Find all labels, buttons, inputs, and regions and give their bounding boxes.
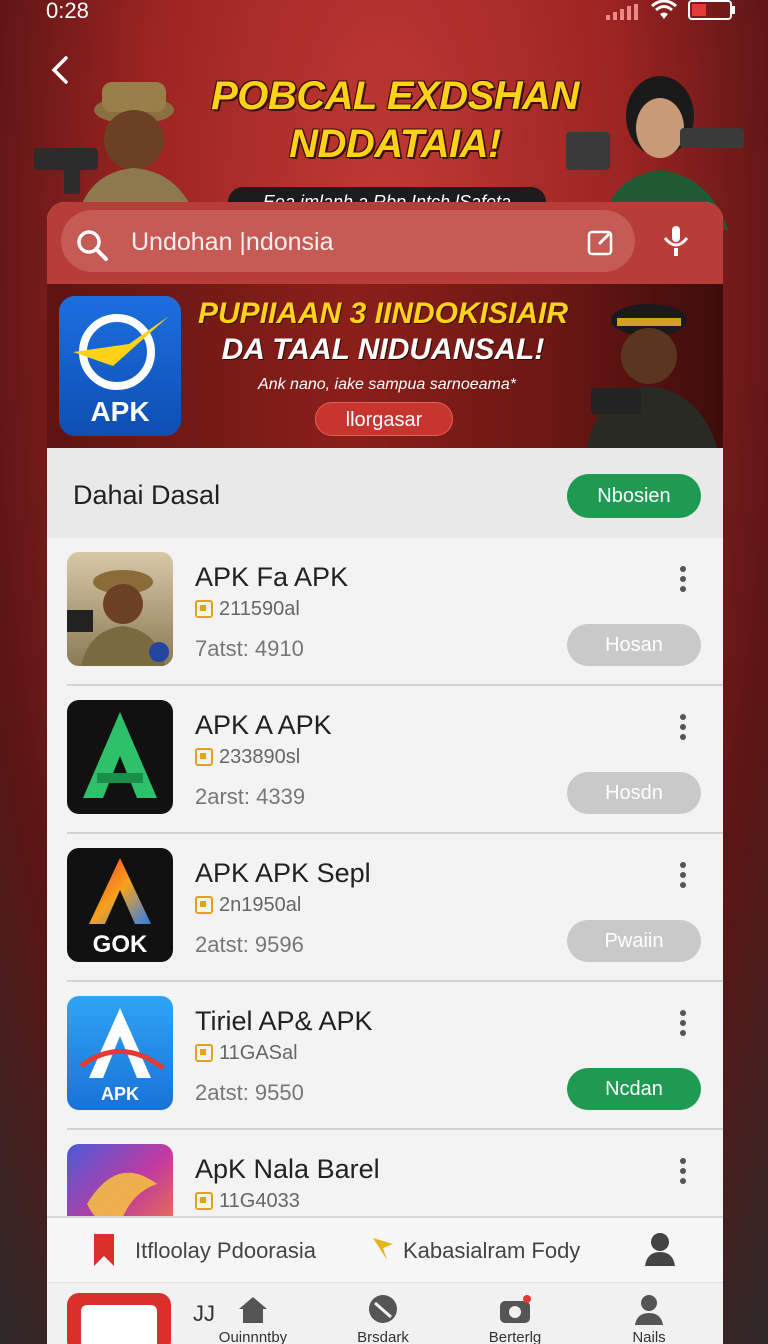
- app-name: ApK Nala Barel: [195, 1154, 380, 1184]
- app-thumbnail: GOK: [67, 848, 173, 962]
- app-row[interactable]: APK A APK 233890sl 2arst: 4339 Hosdn: [47, 686, 723, 834]
- officer-avatar-icon: [67, 570, 169, 666]
- flag-icon[interactable]: [369, 1234, 397, 1262]
- banner-description: Ank nano, iake sampua sarnoeama*: [258, 376, 516, 393]
- banner-title-line1: PUPIIAAN 3 IINDOKISIAIR: [197, 297, 569, 330]
- profile-icon[interactable]: [643, 1230, 677, 1268]
- banner-title: PUPIIAAN 3 IINDOKISIAIR DA TAAL NIDUANSA…: [193, 296, 573, 368]
- app-logo-inner: [81, 1305, 157, 1344]
- size-icon: [195, 896, 213, 914]
- nav-camera[interactable]: Berterlg: [475, 1293, 555, 1344]
- nav-label: Berterlg: [488, 1329, 542, 1344]
- hero-title: POBCAL EXDSHAN NDDATAIA!: [200, 72, 590, 168]
- banner-title-line2: DA TAAL NIDUANSAL!: [221, 333, 545, 366]
- apk-store-text: APK: [101, 1084, 139, 1104]
- more-vertical-icon[interactable]: [673, 1156, 693, 1186]
- app-name: APK Fa APK: [195, 562, 349, 592]
- search-icon[interactable]: [75, 228, 109, 262]
- app-rating: 7atst: 4910: [195, 636, 304, 661]
- wifi-icon: [651, 0, 677, 19]
- app-name: Tiriel AP& APK: [195, 1006, 373, 1036]
- size-icon: [195, 1044, 213, 1062]
- back-arrow-icon[interactable]: [40, 50, 80, 90]
- home-icon: [239, 1297, 267, 1323]
- section-title: Dahai Dasal: [73, 480, 221, 510]
- battery-icon: [688, 0, 735, 20]
- nav-label: Brsdark: [357, 1329, 409, 1344]
- app-thumbnail: APK: [67, 996, 173, 1110]
- app-name: APK APK Sepl: [195, 858, 371, 888]
- app-row[interactable]: APK Fa APK 211590al 7atst: 4910 Hosan: [47, 538, 723, 686]
- app-thumbnail: [67, 700, 173, 814]
- apk-logo: APK: [59, 296, 181, 436]
- hero-banner: POBCAL EXDSHAN NDDATAIA! Eea imlanh a Rb…: [0, 24, 768, 230]
- edit-icon[interactable]: [587, 228, 615, 256]
- gok-text: GOK: [93, 931, 148, 958]
- gok-logo-icon: GOK: [89, 858, 151, 958]
- bottom-nav: JJ Ouinnntby Brsdark Berterlg Nails: [47, 1282, 723, 1344]
- app-rating: 2atst: 9550: [195, 1080, 304, 1105]
- size-icon: [195, 600, 213, 618]
- app-action-button[interactable]: Hosan: [567, 624, 701, 666]
- apk-store-icon: APK: [79, 1008, 165, 1104]
- nav-jj: JJ: [193, 1301, 215, 1326]
- person-icon: [635, 1295, 663, 1325]
- app-action-button[interactable]: Pwaiin: [567, 920, 701, 962]
- app-rating: 2arst: 4339: [195, 784, 306, 809]
- app-size: 211590al: [219, 598, 300, 620]
- bookmark-icon[interactable]: [91, 1232, 117, 1268]
- nav-label: Ouinnntby: [218, 1329, 288, 1344]
- promo-banner[interactable]: APK PUPIIAAN 3 IINDOKISIAIR DA TAAL NIDU…: [47, 284, 723, 448]
- hero-title-line1: POBCAL EXDSHAN: [211, 74, 579, 118]
- nav-label: Nails: [632, 1329, 666, 1344]
- apk-logo-text: APK: [90, 396, 150, 427]
- camera-icon: [500, 1295, 531, 1323]
- nav-profile[interactable]: Nails: [609, 1293, 689, 1344]
- app-rating: 2atst: 9596: [195, 932, 304, 957]
- nav-explore[interactable]: Brsdark: [343, 1293, 423, 1344]
- app-size: 2n1950al: [219, 894, 302, 916]
- section-button[interactable]: Nbosien: [567, 474, 701, 518]
- search-input[interactable]: Undohan |ndonsia: [61, 210, 635, 272]
- search-text[interactable]: Undohan |ndonsia: [131, 228, 334, 257]
- app-action-button[interactable]: Ncdan: [567, 1068, 701, 1110]
- more-vertical-icon[interactable]: [673, 712, 693, 742]
- compass-icon: [369, 1295, 397, 1323]
- app-name: APK A APK: [195, 710, 332, 740]
- app-row[interactable]: GOK APK APK Sepl 2n1950al 2atst: 9596 Pw…: [47, 834, 723, 982]
- nav-home[interactable]: Ouinnntby: [213, 1293, 293, 1344]
- app-action-button[interactable]: Hosdn: [567, 772, 701, 814]
- officer-illustration: [587, 304, 717, 448]
- app-thumbnail: [67, 552, 173, 666]
- app-size: 11G4033: [219, 1190, 300, 1212]
- app-size: 11GASal: [219, 1042, 298, 1064]
- size-icon: [195, 1192, 213, 1210]
- tab-label[interactable]: Itfloolay Pdoorasia: [135, 1238, 316, 1264]
- more-vertical-icon[interactable]: [673, 564, 693, 594]
- hero-title-line2: NDDATAIA!: [289, 122, 501, 166]
- app-size: 233890sl: [219, 746, 301, 768]
- section-header: Dahai Dasal Nbosien: [47, 448, 723, 538]
- mic-icon[interactable]: [661, 224, 691, 258]
- main-card: Undohan |ndonsia APK PUPIIAAN 3 IINDOKIS…: [47, 202, 723, 1344]
- tab-label[interactable]: Kabasialram Fody: [403, 1238, 580, 1264]
- banner-button[interactable]: llorgasar: [315, 402, 453, 436]
- signal-icon: [606, 4, 638, 20]
- a-logo-icon: [83, 712, 157, 798]
- search-area: Undohan |ndonsia: [47, 202, 723, 284]
- category-tabbar: Itfloolay Pdoorasia Kabasialram Fody: [47, 1216, 723, 1282]
- more-vertical-icon[interactable]: [673, 860, 693, 890]
- apk-check-icon: [73, 314, 169, 390]
- status-time: 0:28: [46, 0, 89, 23]
- app-row[interactable]: APK Tiriel AP& APK 11GASal 2atst: 9550 N…: [47, 982, 723, 1130]
- app-logo[interactable]: [67, 1293, 171, 1344]
- size-icon: [195, 748, 213, 766]
- more-vertical-icon[interactable]: [673, 1008, 693, 1038]
